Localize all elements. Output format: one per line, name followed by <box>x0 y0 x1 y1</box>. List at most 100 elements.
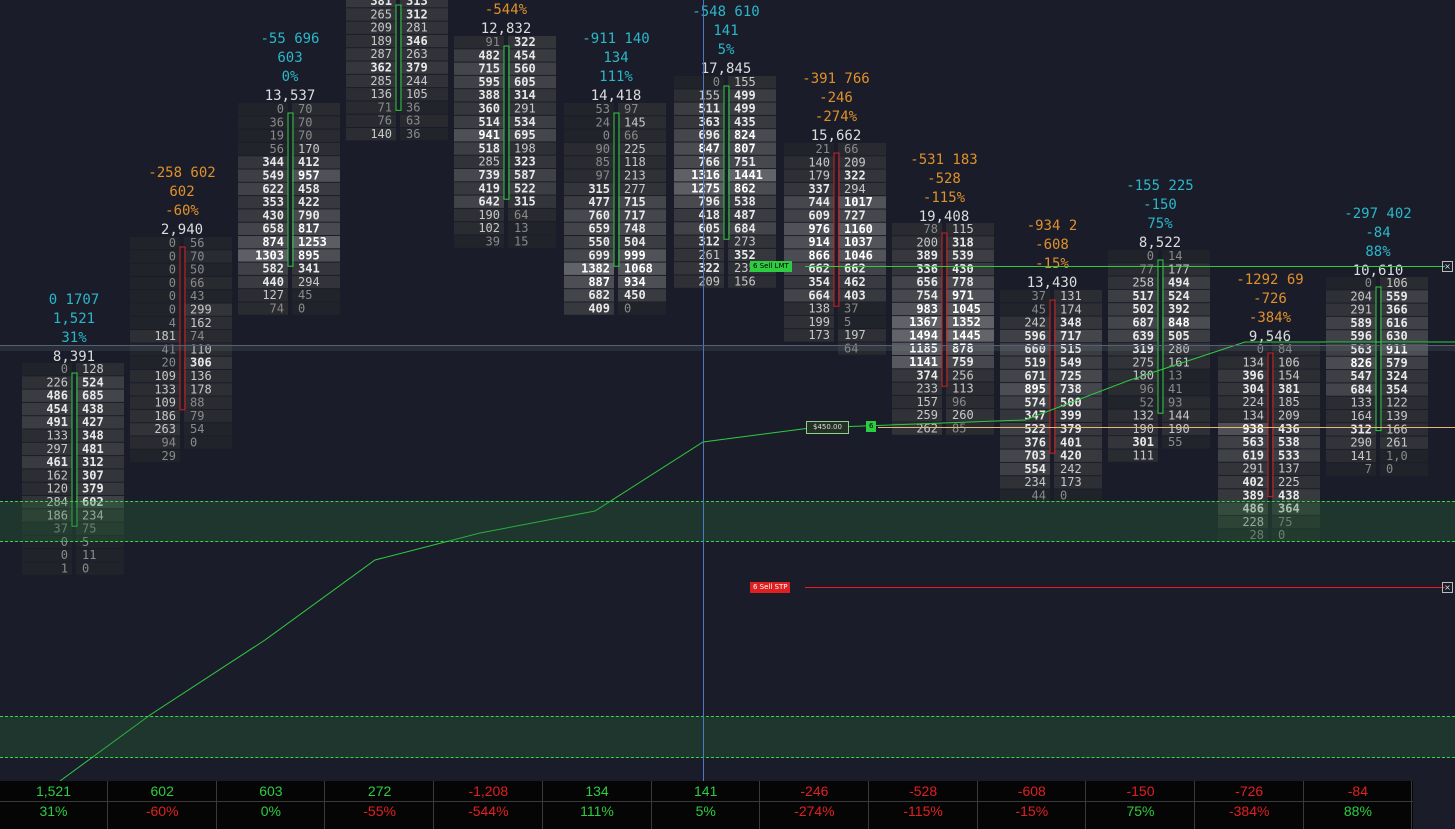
ask-value: 1352 <box>952 315 981 329</box>
sell-stop-line[interactable] <box>805 587 1445 588</box>
ask-value: 587 <box>514 168 536 182</box>
footprint-bar: 91 322 482 454 715 560 595 605 388 314 360 291 514 53… <box>454 2 556 249</box>
position-qty-tag[interactable]: 6 <box>866 421 877 432</box>
bid-value: 133 <box>46 429 68 443</box>
bid-value: 419 <box>478 181 500 195</box>
bar-volume: 17,845 <box>701 61 752 77</box>
bid-value: 127 <box>262 288 284 302</box>
ask-value: 43 <box>190 289 204 303</box>
delta-header: -911 140 <box>582 31 649 47</box>
ask-value: 481 <box>82 442 104 456</box>
bid-value: 315 <box>588 182 610 196</box>
ask-value: 499 <box>734 88 756 102</box>
footer-delta-pct: 75% <box>1126 803 1155 819</box>
bid-value: 659 <box>588 222 610 236</box>
bid-value: 1303 <box>255 248 284 262</box>
position-line <box>878 427 1455 428</box>
ask-value: 70 <box>298 115 312 129</box>
bid-value: 1382 <box>581 262 610 276</box>
bid-value: 1275 <box>691 181 720 195</box>
ask-value: 999 <box>624 248 646 262</box>
ask-value: 759 <box>952 355 974 369</box>
bid-value: 39 <box>486 235 500 249</box>
footer-delta-pct: -15% <box>1015 803 1049 819</box>
sell-limit-tag[interactable]: 6 Sell LMT <box>750 261 792 272</box>
ask-value: 422 <box>298 195 320 209</box>
bid-value: 454 <box>46 402 68 416</box>
delta-pct: 111% <box>599 69 633 85</box>
ask-value: 36 <box>406 100 420 114</box>
sell-stop-tag[interactable]: 6 Sell STP <box>750 582 791 593</box>
ask-value: 412 <box>298 155 320 169</box>
bid-value: 482 <box>478 48 500 62</box>
ask-value: 379 <box>406 61 428 75</box>
bid-value: 190 <box>1132 422 1154 436</box>
ask-value: 66 <box>624 129 638 143</box>
bid-value: 0 <box>169 236 176 250</box>
ask-value: 630 <box>1386 329 1408 343</box>
bid-value: 56 <box>270 142 284 156</box>
ask-value: 895 <box>298 248 320 262</box>
bid-value: 233 <box>916 382 938 396</box>
ask-value: 178 <box>190 382 212 396</box>
bid-value: 491 <box>46 415 68 429</box>
delta-pct: -384% <box>1249 310 1292 326</box>
delta-pct: 5% <box>718 42 735 58</box>
bid-value: 363 <box>698 115 720 129</box>
ask-value: 198 <box>514 141 536 155</box>
ask-value: 277 <box>624 182 646 196</box>
delta-pct: -60% <box>165 203 199 219</box>
position-price-tag[interactable]: $450.00 <box>806 421 849 434</box>
ask-value: 366 <box>1386 303 1408 317</box>
ask-value: 306 <box>190 356 212 370</box>
bid-value: 976 <box>808 222 830 236</box>
close-icon[interactable]: × <box>1442 582 1453 593</box>
ask-value: 154 <box>1278 369 1300 383</box>
bid-value: 102 <box>478 221 500 235</box>
footer-delta-value: 602 <box>150 783 174 799</box>
sell-limit-line[interactable] <box>805 266 1445 267</box>
bid-value: 354 <box>808 275 830 289</box>
ask-value: 281 <box>406 21 428 35</box>
bid-value: 609 <box>808 209 830 223</box>
ask-value: 824 <box>734 128 756 142</box>
bid-value: 0 <box>169 249 176 263</box>
bar-volume: 9,546 <box>1249 329 1291 345</box>
footer-cell: -726 -384% <box>1196 781 1304 829</box>
bid-value: 895 <box>1024 382 1046 396</box>
ask-value: 324 <box>1386 369 1408 383</box>
footer-delta-pct: -384% <box>1228 803 1270 819</box>
ask-value: 122 <box>1386 396 1408 410</box>
footer-delta-value: -1,208 <box>468 783 509 799</box>
ask-value: 93 <box>1168 395 1182 409</box>
close-icon[interactable]: × <box>1442 261 1453 272</box>
bid-value: 173 <box>808 328 830 342</box>
ask-value: 862 <box>734 181 756 195</box>
ask-value: 399 <box>1060 409 1082 423</box>
bid-value: 181 <box>154 329 176 343</box>
ask-value: 145 <box>624 115 646 129</box>
footer-delta-value: -726 <box>1235 783 1264 799</box>
bid-value: 204 <box>1350 289 1372 303</box>
bid-value: 259 <box>916 408 938 422</box>
bid-value: 209 <box>698 275 720 289</box>
bid-value: 671 <box>1024 369 1046 383</box>
ask-value: 427 <box>82 415 104 429</box>
ask-value: 538 <box>1278 435 1300 449</box>
bid-value: 0 <box>713 75 720 89</box>
footer-cell: 602 -60% <box>109 781 217 829</box>
delta-header: -531 183 <box>910 152 977 168</box>
ask-value: 294 <box>844 182 866 196</box>
footer-cell: 603 0% <box>217 781 326 829</box>
ask-value: 505 <box>1168 329 1190 343</box>
bid-value: 120 <box>46 482 68 496</box>
bid-value: 190 <box>478 208 500 222</box>
footprint-bar: 21 66 140 209 179 322 337 294 744 1017 609 727 976 11… <box>784 71 886 356</box>
ask-value: 403 <box>844 288 866 302</box>
bid-value: 362 <box>370 61 392 75</box>
bid-value: 549 <box>262 169 284 183</box>
footprint-bar: 0 1477 177258 494517 524502 392687 848639 50531… <box>1108 178 1210 463</box>
cum-delta: -246 <box>819 90 853 106</box>
ask-value: 15 <box>514 235 528 249</box>
delta-pct: -274% <box>815 109 858 125</box>
